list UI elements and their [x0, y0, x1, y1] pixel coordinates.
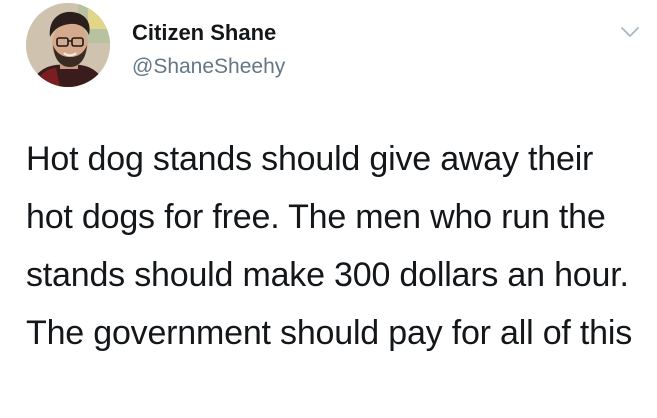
avatar[interactable]: [26, 3, 110, 87]
avatar-photo: [26, 3, 110, 87]
chevron-down-icon[interactable]: [619, 24, 641, 40]
tweet-text: Hot dog stands should give away their ho…: [26, 140, 633, 352]
tweet-card: Citizen Shane @ShaneSheehy Hot dog stand…: [0, 0, 657, 418]
tweet-header: Citizen Shane @ShaneSheehy: [132, 20, 285, 80]
user-handle[interactable]: @ShaneSheehy: [132, 54, 285, 80]
display-name[interactable]: Citizen Shane: [132, 20, 285, 46]
